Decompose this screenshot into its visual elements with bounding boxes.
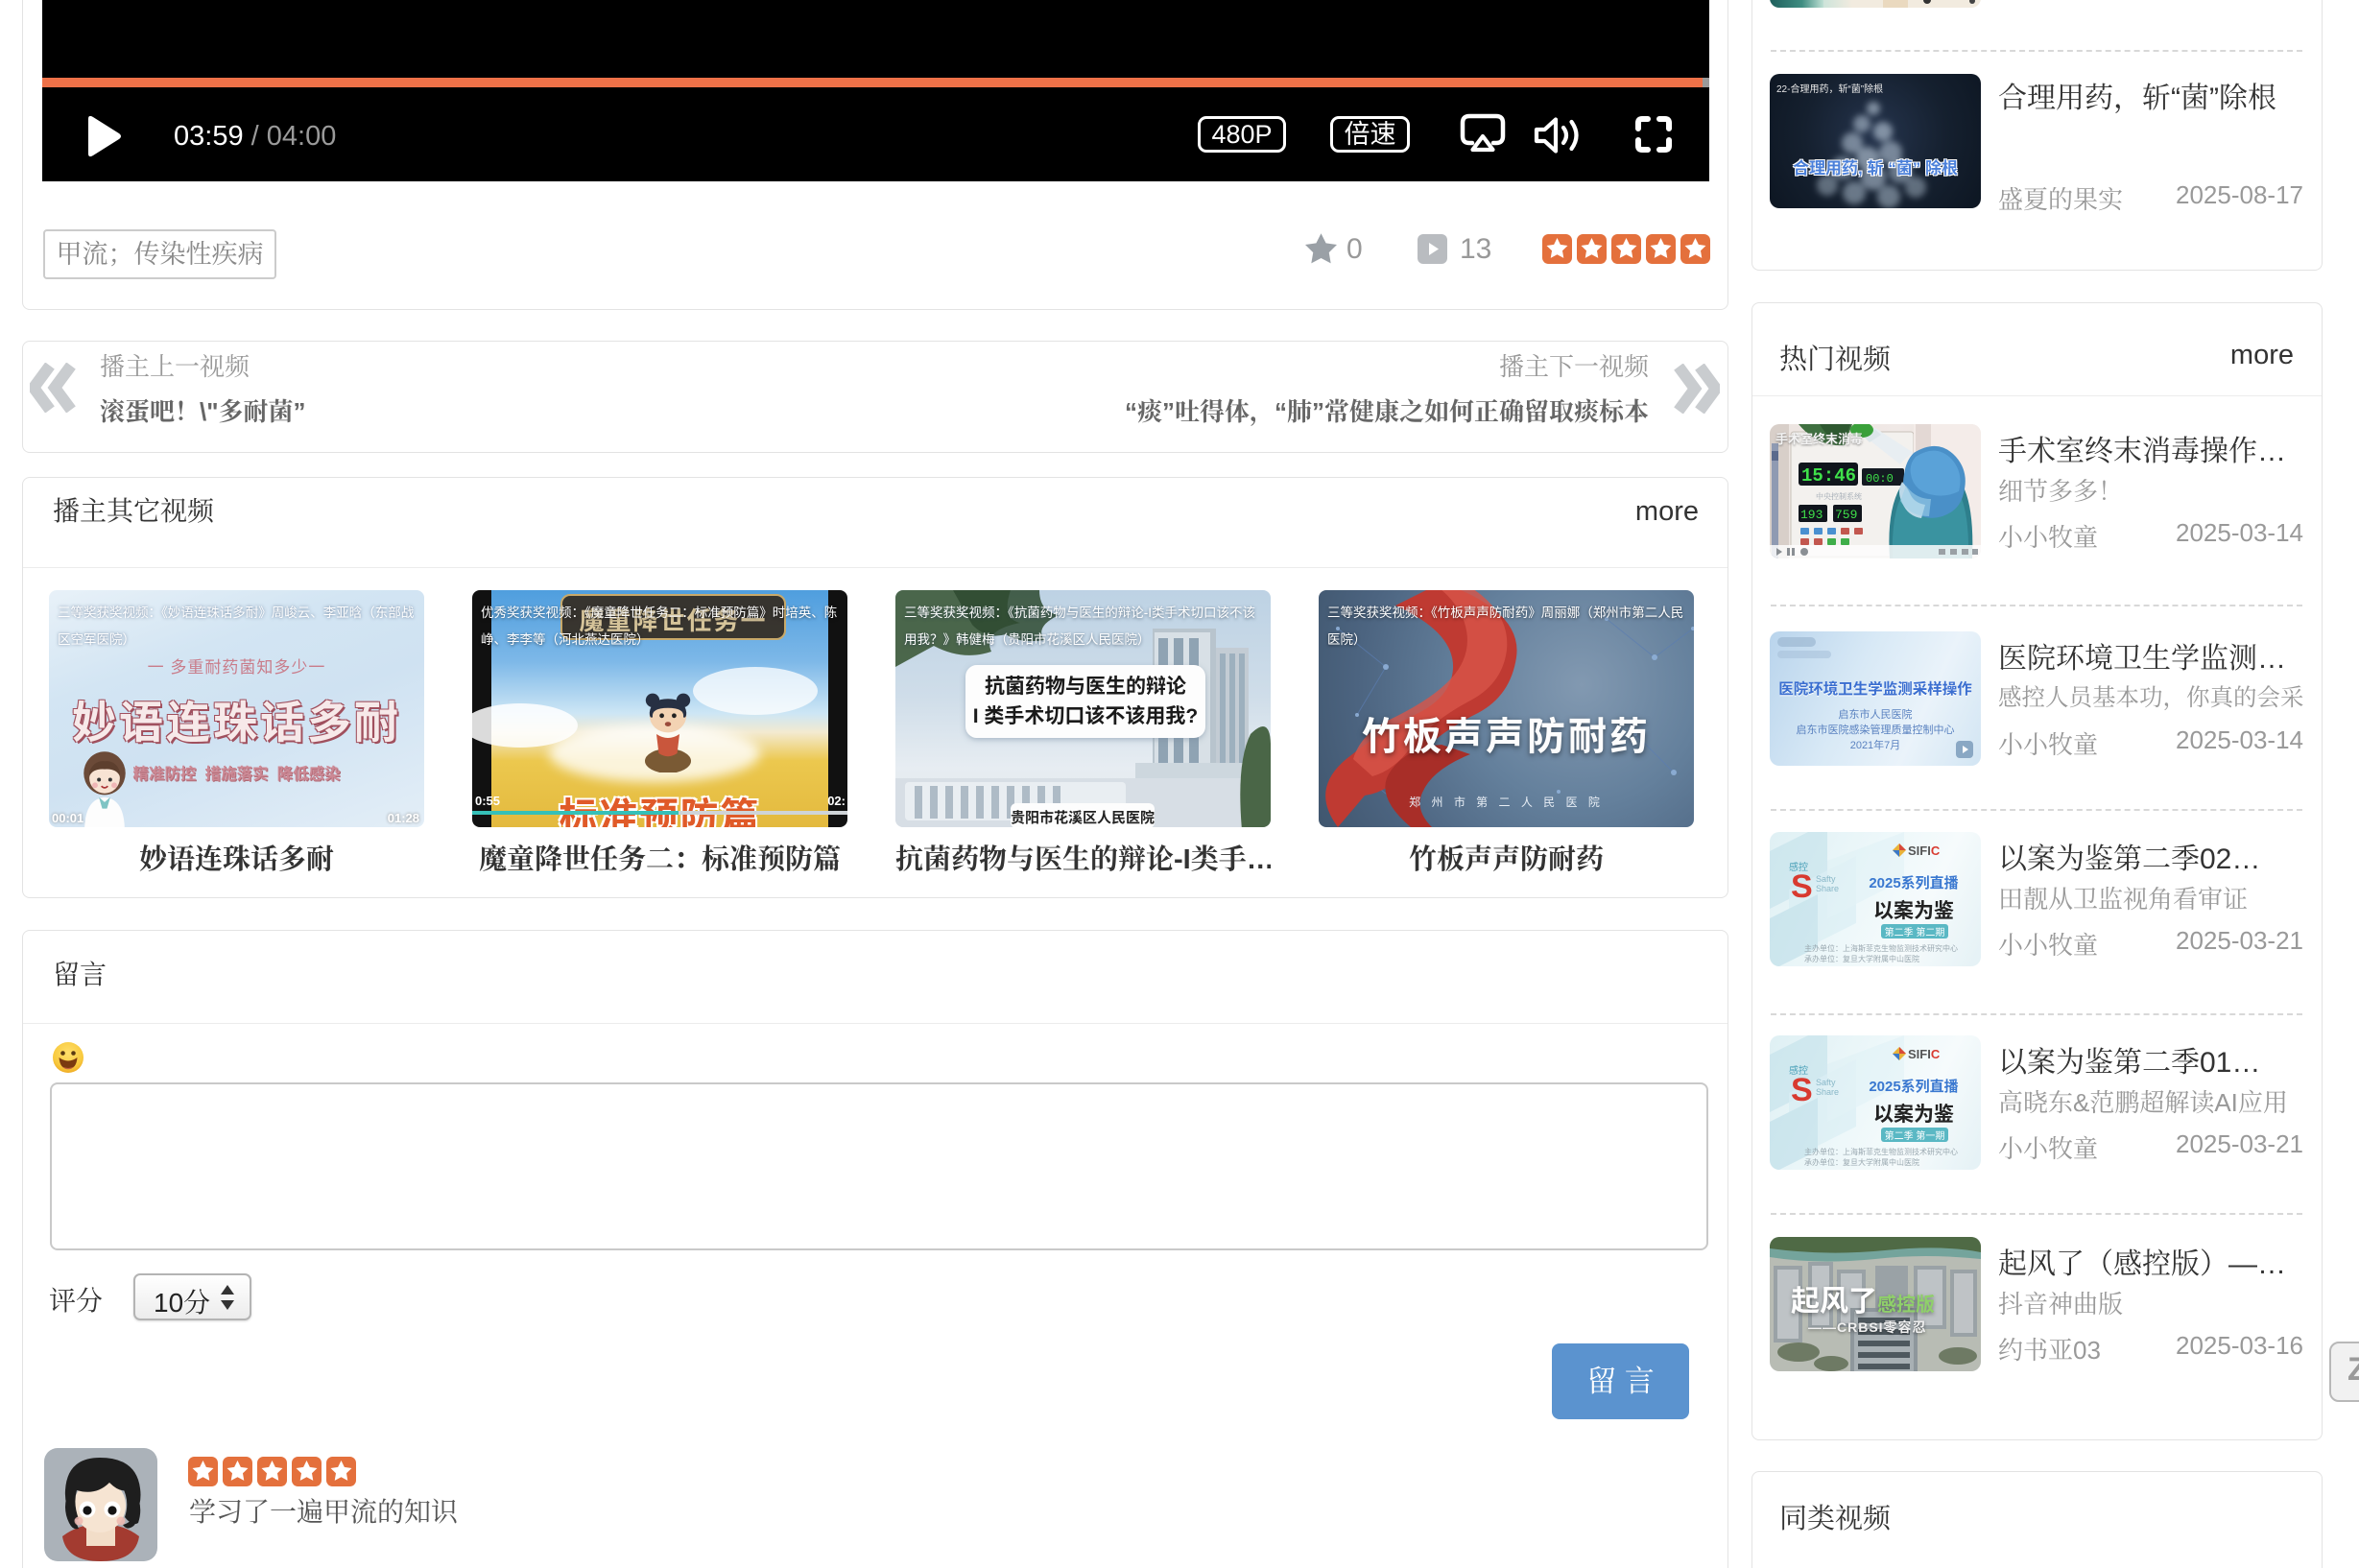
svg-text:00:0: 00:0	[1866, 472, 1894, 486]
svg-text:759: 759	[1835, 508, 1857, 522]
svg-text:15:46: 15:46	[1801, 465, 1856, 487]
svg-text:中央控制系统: 中央控制系统	[1816, 491, 1862, 501]
svg-text:193: 193	[1800, 508, 1823, 522]
